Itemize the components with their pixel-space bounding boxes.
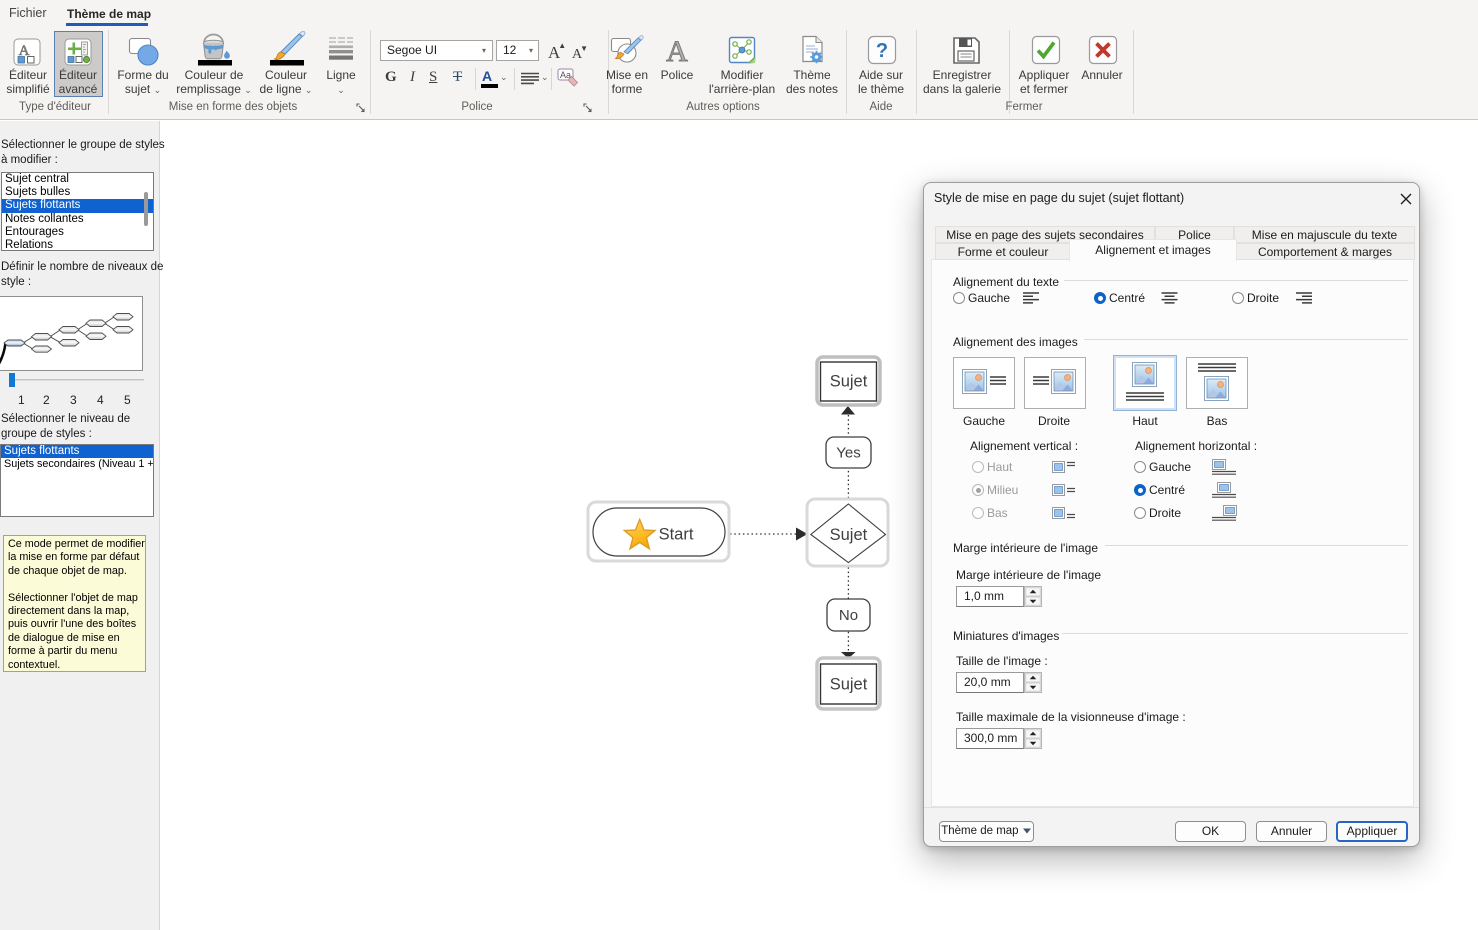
svg-text:Sujet: Sujet	[830, 373, 868, 391]
svg-text:Start: Start	[659, 526, 694, 544]
svg-text:?: ?	[876, 40, 888, 62]
svg-text:Sujet: Sujet	[830, 526, 868, 544]
svg-text:Yes: Yes	[836, 445, 860, 462]
svg-text:Sujet: Sujet	[830, 676, 868, 694]
svg-text:No: No	[839, 607, 858, 624]
svg-text:A: A	[666, 35, 688, 65]
